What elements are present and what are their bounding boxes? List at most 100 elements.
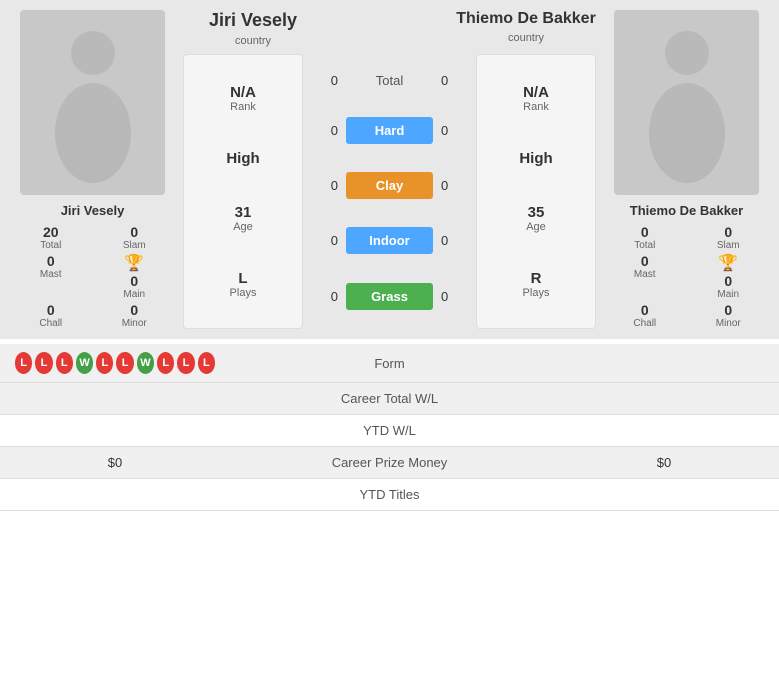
indoor-score-left: 0 <box>313 233 338 248</box>
ytd-wl-row: YTD W/L <box>0 415 779 447</box>
clay-score-right: 0 <box>441 178 466 193</box>
left-player-block: Jiri Vesely 20 Total 0 Slam 0 Mast 🏆 0 <box>10 10 175 329</box>
right-slam-label: Slam <box>717 240 740 251</box>
form-badges-container: LLLWLLWLLL <box>15 352 215 374</box>
total-row: 0 Total 0 <box>313 73 466 88</box>
grass-row: 0 Grass 0 <box>313 283 466 310</box>
left-rank-item: N/A Rank <box>230 84 256 113</box>
form-badge-w: W <box>76 352 93 374</box>
ytd-titles-label: YTD Titles <box>215 487 564 502</box>
right-info-panel: N/A Rank High 35 Age R Plays <box>476 54 596 329</box>
left-name-header: Jiri Vesely <box>209 10 297 31</box>
top-section: Jiri Vesely 20 Total 0 Slam 0 Mast 🏆 0 <box>0 0 779 339</box>
left-chall-value: 0 <box>47 302 55 318</box>
right-minor-value: 0 <box>724 302 732 318</box>
left-high-value: High <box>226 150 259 167</box>
left-minor-label: Minor <box>122 318 147 329</box>
right-age-item: 35 Age <box>526 204 546 233</box>
indoor-score-right: 0 <box>441 233 466 248</box>
hard-button[interactable]: Hard <box>346 117 433 144</box>
grass-score-right: 0 <box>441 289 466 304</box>
hard-score-left: 0 <box>313 123 338 138</box>
form-badge-l: L <box>177 352 194 374</box>
ytd-titles-row: YTD Titles <box>0 479 779 511</box>
left-main-value: 0 <box>130 273 138 289</box>
total-label: Total <box>346 73 433 88</box>
right-country-flag: country <box>508 32 544 44</box>
total-score-right: 0 <box>441 73 466 88</box>
form-badge-l: L <box>15 352 32 374</box>
right-total-value: 0 <box>641 224 649 240</box>
left-player-stats: 20 Total 0 Slam 0 Mast 🏆 0 Main 0 <box>10 224 175 329</box>
left-age-label: Age <box>233 221 253 233</box>
clay-button[interactable]: Clay <box>346 172 433 199</box>
left-slam-cell: 0 Slam <box>94 224 176 251</box>
right-plays-label: Plays <box>523 287 550 299</box>
grass-button[interactable]: Grass <box>346 283 433 310</box>
right-high-value: High <box>519 150 552 167</box>
form-label: Form <box>215 356 564 371</box>
left-rank-value: N/A <box>230 84 256 101</box>
bottom-section: LLLWLLWLLL Form Career Total W/L YTD W/L… <box>0 344 779 511</box>
form-badges-left: LLLWLLWLLL <box>15 352 215 374</box>
right-rank-label: Rank <box>523 101 549 113</box>
indoor-button[interactable]: Indoor <box>346 227 433 254</box>
right-player-block: Thiemo De Bakker 0 Total 0 Slam 0 Mast 🏆… <box>604 10 769 329</box>
right-player-avatar <box>614 10 759 195</box>
left-total-value: 20 <box>43 224 59 240</box>
left-minor-value: 0 <box>130 302 138 318</box>
right-player-stats: 0 Total 0 Slam 0 Mast 🏆 0 Main 0 <box>604 224 769 329</box>
left-country-flag: country <box>235 35 271 47</box>
career-total-label: Career Total W/L <box>215 391 564 406</box>
right-trophy-icon: 🏆 <box>718 253 738 273</box>
career-total-row: Career Total W/L <box>0 383 779 415</box>
left-chall-cell: 0 Chall <box>10 302 92 329</box>
ytd-wl-label: YTD W/L <box>215 423 564 438</box>
grass-score-left: 0 <box>313 289 338 304</box>
right-total-cell: 0 Total <box>604 224 686 251</box>
right-slam-value: 0 <box>724 224 732 240</box>
right-minor-label: Minor <box>716 318 741 329</box>
left-total-label: Total <box>40 240 61 251</box>
right-chall-cell: 0 Chall <box>604 302 686 329</box>
right-chall-value: 0 <box>641 302 649 318</box>
right-main-cell: 🏆 0 Main <box>688 253 770 300</box>
left-player-name: Jiri Vesely <box>61 203 125 218</box>
form-badge-w: W <box>137 352 154 374</box>
left-info-panel: N/A Rank High 31 Age L Plays <box>183 54 303 329</box>
right-minor-cell: 0 Minor <box>688 302 770 329</box>
left-plays-label: Plays <box>230 287 257 299</box>
right-main-label: Main <box>717 289 739 300</box>
right-plays-value: R <box>523 270 550 287</box>
right-name-header: Thiemo De Bakker <box>456 10 596 28</box>
left-trophy-icon: 🏆 <box>124 253 144 273</box>
left-minor-cell: 0 Minor <box>94 302 176 329</box>
form-badge-l: L <box>157 352 174 374</box>
left-mast-label: Mast <box>40 269 62 280</box>
right-mast-label: Mast <box>634 269 656 280</box>
right-total-label: Total <box>634 240 655 251</box>
left-plays-value: L <box>230 270 257 287</box>
indoor-row: 0 Indoor 0 <box>313 227 466 254</box>
main-container: Jiri Vesely 20 Total 0 Slam 0 Mast 🏆 0 <box>0 0 779 511</box>
left-slam-label: Slam <box>123 240 146 251</box>
left-player-avatar <box>20 10 165 195</box>
clay-score-left: 0 <box>313 178 338 193</box>
right-player-name: Thiemo De Bakker <box>630 203 743 218</box>
right-rank-value: N/A <box>523 84 549 101</box>
hard-row: 0 Hard 0 <box>313 117 466 144</box>
form-badge-l: L <box>56 352 73 374</box>
right-plays-item: R Plays <box>523 270 550 299</box>
left-age-item: 31 Age <box>233 204 253 233</box>
total-score-left: 0 <box>313 73 338 88</box>
surfaces-and-info: N/A Rank High 31 Age L Plays <box>183 54 596 329</box>
right-mast-cell: 0 Mast <box>604 253 686 300</box>
prize-money-label: Career Prize Money <box>215 455 564 470</box>
left-main-cell: 🏆 0 Main <box>94 253 176 300</box>
right-chall-label: Chall <box>633 318 656 329</box>
left-total-cell: 20 Total <box>10 224 92 251</box>
prize-money-right: $0 <box>564 455 764 470</box>
right-main-value: 0 <box>724 273 732 289</box>
names-row: Jiri Vesely country Thiemo De Bakker cou… <box>183 10 596 49</box>
left-mast-cell: 0 Mast <box>10 253 92 300</box>
